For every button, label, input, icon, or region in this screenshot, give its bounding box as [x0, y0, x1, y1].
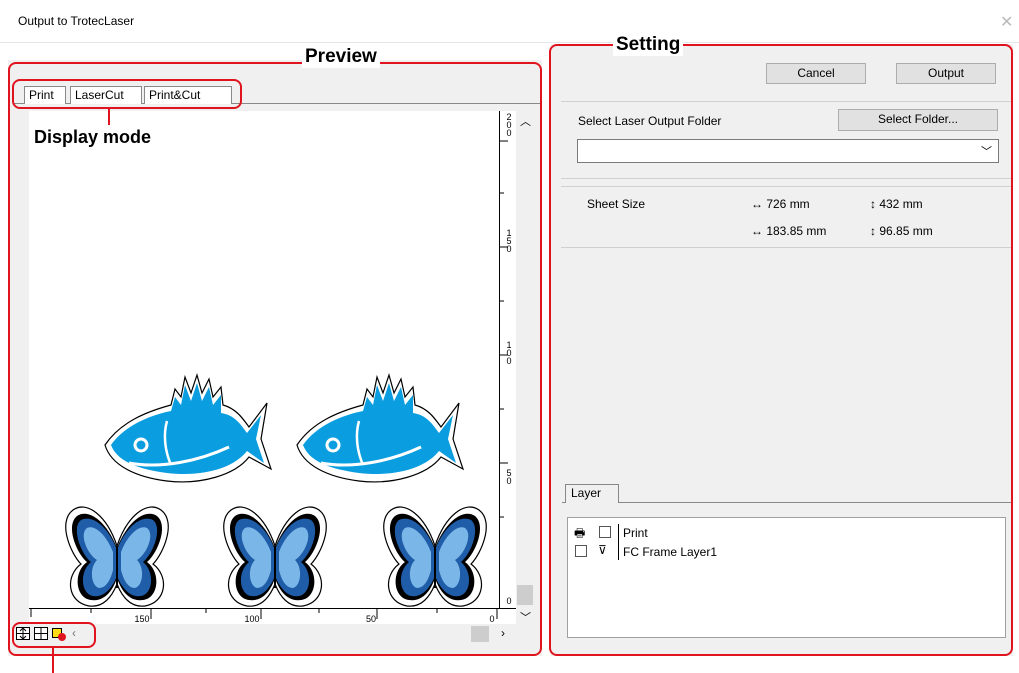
- close-icon[interactable]: ✕: [1000, 12, 1013, 32]
- toolbar-highlight: [12, 622, 96, 648]
- setting-highlight: [549, 44, 1013, 656]
- display-mode-highlight: [12, 79, 242, 109]
- display-mode-caption: Display mode: [31, 127, 155, 148]
- window-title: Output to TrotecLaser: [18, 14, 135, 28]
- setting-caption: Setting: [613, 34, 684, 56]
- preview-caption: Preview: [302, 46, 380, 68]
- preview-highlight: [8, 62, 542, 656]
- titlebar-divider: [0, 42, 1019, 43]
- display-mode-pointer: [108, 108, 110, 125]
- toolbar-pointer: [52, 648, 54, 673]
